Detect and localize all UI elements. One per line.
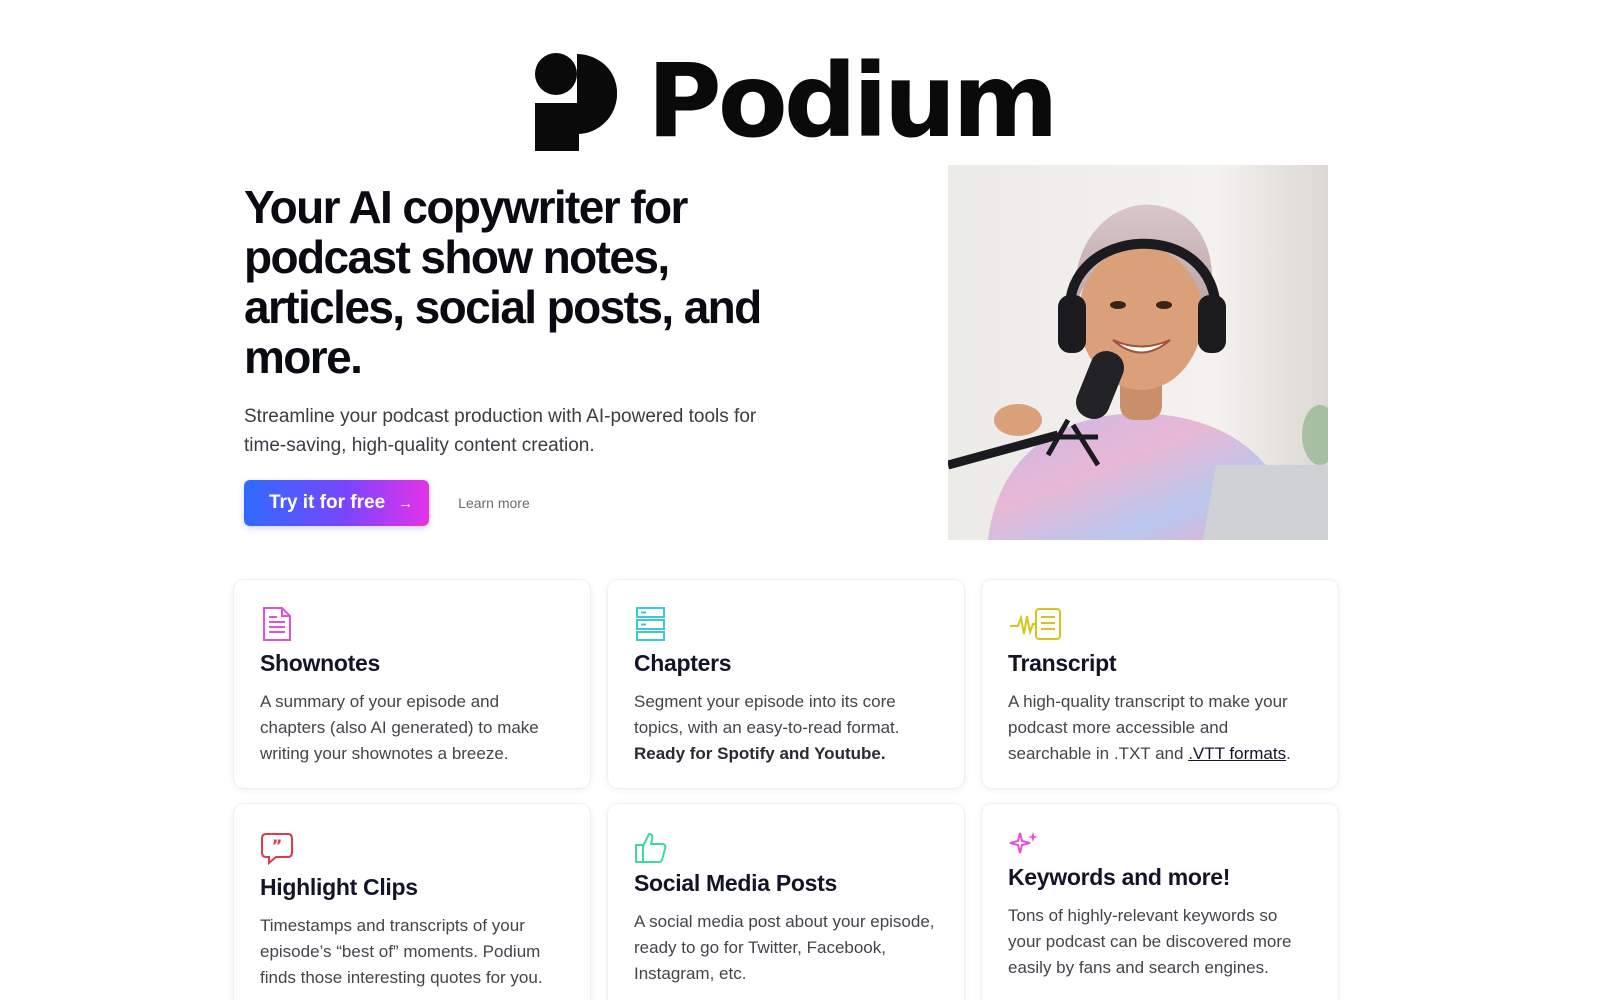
- arrow-right-icon: →: [398, 494, 414, 512]
- waveform-document-icon: [1010, 608, 1061, 640]
- feature-title: Shownotes: [260, 650, 380, 676]
- feature-description: A high-quality transcript to make your p…: [1008, 689, 1312, 767]
- learn-more-link[interactable]: Learn more: [458, 495, 530, 511]
- feature-card-transcript: Transcript A high-quality transcript to …: [982, 580, 1338, 788]
- feature-title: Social Media Posts: [634, 870, 837, 896]
- podium-logo-mark-icon: [535, 53, 617, 151]
- feature-description: Timestamps and transcripts of your episo…: [260, 916, 543, 987]
- sparkles-icon: [1009, 832, 1038, 854]
- cta-row: Try it for free → Learn more: [244, 480, 530, 526]
- logo-wordmark: Podium: [647, 42, 1059, 161]
- feature-card-chapters: Chapters Segment your episode into its c…: [608, 580, 964, 788]
- hero-podcaster-image: [948, 165, 1328, 540]
- page: Podium Your AI copywriter for podcast sh…: [0, 0, 1600, 1000]
- feature-description: Tons of highly-relevant keywords so your…: [1008, 906, 1292, 977]
- svg-text:”: ”: [272, 836, 283, 855]
- hero-title: Your AI copywriter for podcast show note…: [244, 181, 762, 383]
- feature-description-text: Segment your episode into its core topic…: [634, 692, 900, 737]
- feature-description: A social media post about your episode, …: [634, 912, 935, 983]
- feature-title: Chapters: [634, 650, 732, 676]
- quote-bubble-icon: ”: [261, 833, 293, 866]
- feature-card-keywords: Keywords and more! Tons of highly-releva…: [982, 804, 1338, 1000]
- feature-description-end: .: [1286, 744, 1291, 763]
- try-it-free-label: Try it for free: [269, 492, 386, 513]
- vtt-formats-link[interactable]: .VTT formats: [1188, 744, 1286, 763]
- feature-description-bold: Ready for Spotify and Youtube.: [634, 744, 886, 763]
- podium-logo[interactable]: Podium: [535, 42, 1059, 161]
- feature-card-social-media-posts: Social Media Posts A social media post a…: [608, 804, 964, 1000]
- document-lines-icon: [263, 607, 291, 641]
- thumbs-up-icon: [635, 832, 667, 863]
- feature-title: Highlight Clips: [260, 874, 418, 900]
- feature-description: A summary of your episode and chapters (…: [260, 692, 539, 763]
- feature-title: Transcript: [1008, 650, 1117, 676]
- stacked-rows-icon: [636, 607, 665, 641]
- feature-card-highlight-clips: ” Highlight Clips Timestamps and transcr…: [234, 804, 590, 1000]
- feature-title: Keywords and more!: [1008, 864, 1231, 890]
- try-it-free-button[interactable]: Try it for free →: [244, 480, 430, 526]
- feature-description: Segment your episode into its core topic…: [634, 689, 938, 767]
- feature-card-shownotes: Shownotes A summary of your episode and …: [234, 580, 590, 788]
- hero-subtitle: Streamline your podcast production with …: [244, 406, 757, 456]
